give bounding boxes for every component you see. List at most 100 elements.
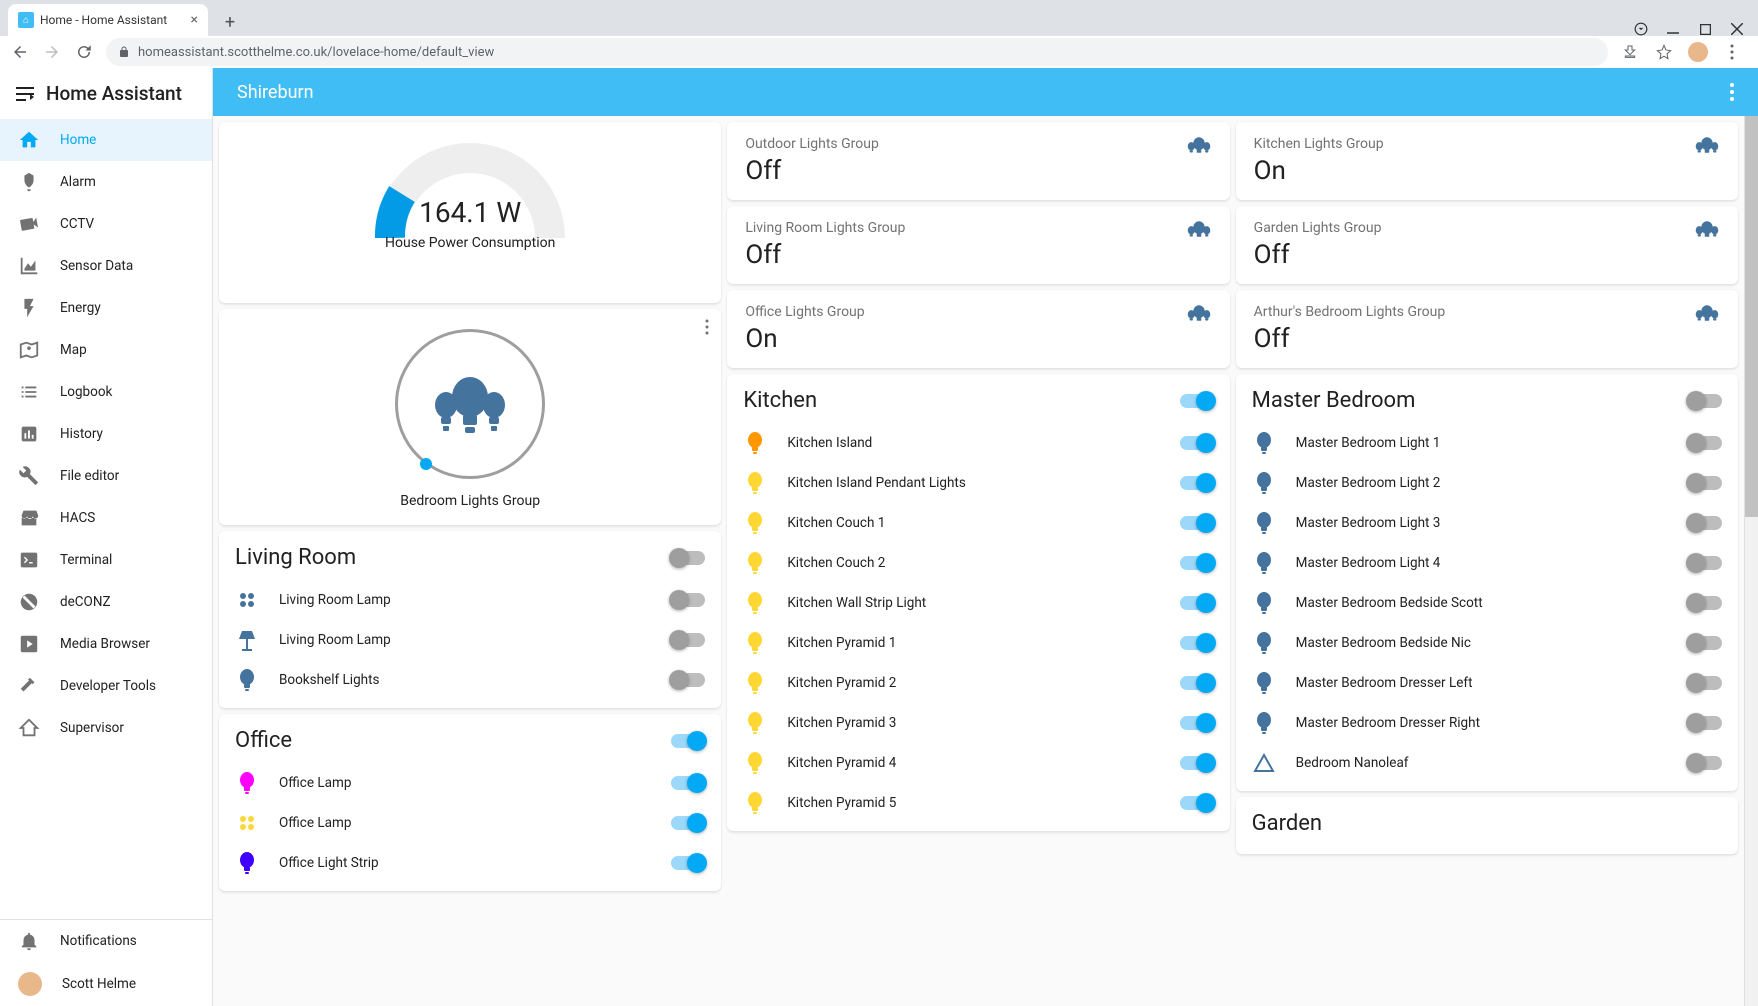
sidebar-item-history[interactable]: History <box>0 413 212 455</box>
maximize-icon[interactable] <box>1698 22 1712 36</box>
entity-toggle[interactable] <box>1688 596 1722 610</box>
bulb-icon[interactable] <box>743 551 767 575</box>
brightness-handle[interactable] <box>420 458 432 470</box>
status-card[interactable]: Outdoor Lights GroupOff <box>727 122 1229 200</box>
status-card[interactable]: Arthur's Bedroom Lights GroupOff <box>1236 290 1738 368</box>
entity-toggle[interactable] <box>1688 716 1722 730</box>
entity-toggle[interactable] <box>1180 716 1214 730</box>
entity-toggle[interactable] <box>1180 636 1214 650</box>
bulb-icon[interactable] <box>743 671 767 695</box>
entity-toggle[interactable] <box>1688 476 1722 490</box>
bulb-icon[interactable] <box>743 791 767 815</box>
sidebar-item-scott-helme[interactable]: Scott Helme <box>0 962 212 1006</box>
bulb-icon[interactable] <box>743 711 767 735</box>
bedroom-circle-card[interactable]: Bedroom Lights Group <box>219 309 721 525</box>
bulb-icon[interactable] <box>1252 431 1276 455</box>
scrollbar-thumb[interactable] <box>1745 116 1758 517</box>
bulb-icon[interactable] <box>1252 671 1276 695</box>
forward-button[interactable] <box>42 42 62 62</box>
group-toggle[interactable] <box>1688 394 1722 408</box>
entity-toggle[interactable] <box>1180 476 1214 490</box>
entity-toggle[interactable] <box>671 673 705 687</box>
bulb-icon[interactable] <box>1252 551 1276 575</box>
profile-avatar[interactable] <box>1688 42 1708 62</box>
entity-toggle[interactable] <box>1688 436 1722 450</box>
sidebar-item-file-editor[interactable]: File editor <box>0 455 212 497</box>
entity-toggle[interactable] <box>671 816 705 830</box>
bulb-icon[interactable] <box>1252 591 1276 615</box>
status-card[interactable]: Living Room Lights GroupOff <box>727 206 1229 284</box>
power-gauge-card[interactable]: 164.1 W House Power Consumption <box>219 122 721 303</box>
new-tab-button[interactable]: + <box>216 8 244 36</box>
entity-toggle[interactable] <box>671 776 705 790</box>
bookmark-icon[interactable] <box>1654 42 1674 62</box>
status-card[interactable]: Kitchen Lights GroupOn <box>1236 122 1738 200</box>
entity-toggle[interactable] <box>1180 796 1214 810</box>
entity-toggle[interactable] <box>1180 676 1214 690</box>
topbar-menu-icon[interactable] <box>1730 83 1734 101</box>
url-input[interactable]: homeassistant.scotthelme.co.uk/lovelace-… <box>106 38 1608 66</box>
sidebar-item-hacs[interactable]: HACS <box>0 497 212 539</box>
entity-toggle[interactable] <box>1180 756 1214 770</box>
sidebar-item-map[interactable]: Map <box>0 329 212 371</box>
bulb-icon[interactable] <box>1252 631 1276 655</box>
sidebar-item-alarm[interactable]: Alarm <box>0 161 212 203</box>
sidebar-item-home[interactable]: Home <box>0 119 212 161</box>
bulb-icon[interactable] <box>743 751 767 775</box>
minimize-icon[interactable] <box>1666 22 1680 36</box>
scrollbar[interactable] <box>1744 116 1758 1006</box>
close-icon[interactable] <box>1730 22 1744 36</box>
entity-toggle[interactable] <box>1688 516 1722 530</box>
group-toggle[interactable] <box>1180 394 1214 408</box>
group-toggle[interactable] <box>671 734 705 748</box>
card-menu-icon[interactable] <box>705 319 709 335</box>
entity-toggle[interactable] <box>1180 596 1214 610</box>
bulb-icon[interactable] <box>235 668 259 692</box>
browser-tab[interactable]: ⌂ Home - Home Assistant × <box>8 4 208 36</box>
chrome-menu-icon[interactable] <box>1722 42 1742 62</box>
bulb-icon[interactable] <box>1252 711 1276 735</box>
bulb-icon[interactable] <box>235 771 259 795</box>
entity-toggle[interactable] <box>1180 436 1214 450</box>
sidebar-item-sensor-data[interactable]: Sensor Data <box>0 245 212 287</box>
sidebar-item-cctv[interactable]: CCTV <box>0 203 212 245</box>
status-card[interactable]: Garden Lights GroupOff <box>1236 206 1738 284</box>
back-button[interactable] <box>10 42 30 62</box>
status-card[interactable]: Office Lights GroupOn <box>727 290 1229 368</box>
sidebar-item-supervisor[interactable]: Supervisor <box>0 707 212 749</box>
bulb-icon[interactable] <box>235 851 259 875</box>
reload-button[interactable] <box>74 42 94 62</box>
sidebar-item-media-browser[interactable]: Media Browser <box>0 623 212 665</box>
sidebar-item-logbook[interactable]: Logbook <box>0 371 212 413</box>
entity-toggle[interactable] <box>1688 676 1722 690</box>
bulb-icon[interactable] <box>1252 511 1276 535</box>
bulb-icon[interactable] <box>743 471 767 495</box>
entity-toggle[interactable] <box>1180 516 1214 530</box>
dots-icon[interactable] <box>235 811 259 835</box>
sidebar-item-terminal[interactable]: Terminal <box>0 539 212 581</box>
triangle-icon[interactable] <box>1252 751 1276 775</box>
entity-toggle[interactable] <box>1180 556 1214 570</box>
menu-icon[interactable] <box>16 87 34 101</box>
install-icon[interactable] <box>1620 42 1640 62</box>
sidebar-item-developer-tools[interactable]: Developer Tools <box>0 665 212 707</box>
entity-toggle[interactable] <box>1688 756 1722 770</box>
entity-toggle[interactable] <box>671 593 705 607</box>
bulb-icon[interactable] <box>743 431 767 455</box>
group-toggle[interactable] <box>671 551 705 565</box>
entity-toggle[interactable] <box>671 633 705 647</box>
tab-close-icon[interactable]: × <box>191 12 198 28</box>
entity-toggle[interactable] <box>1688 556 1722 570</box>
sidebar-item-notifications[interactable]: Notifications <box>0 920 212 962</box>
brightness-ring[interactable] <box>395 329 545 479</box>
sidebar-item-deconz[interactable]: deCONZ <box>0 581 212 623</box>
bulb-icon[interactable] <box>743 511 767 535</box>
bulb-icon[interactable] <box>743 591 767 615</box>
dropdown-icon[interactable] <box>1634 22 1648 36</box>
dots-icon[interactable] <box>235 588 259 612</box>
lamp-icon[interactable] <box>235 628 259 652</box>
entity-toggle[interactable] <box>1688 636 1722 650</box>
entity-toggle[interactable] <box>671 856 705 870</box>
sidebar-item-energy[interactable]: Energy <box>0 287 212 329</box>
bulb-icon[interactable] <box>743 631 767 655</box>
